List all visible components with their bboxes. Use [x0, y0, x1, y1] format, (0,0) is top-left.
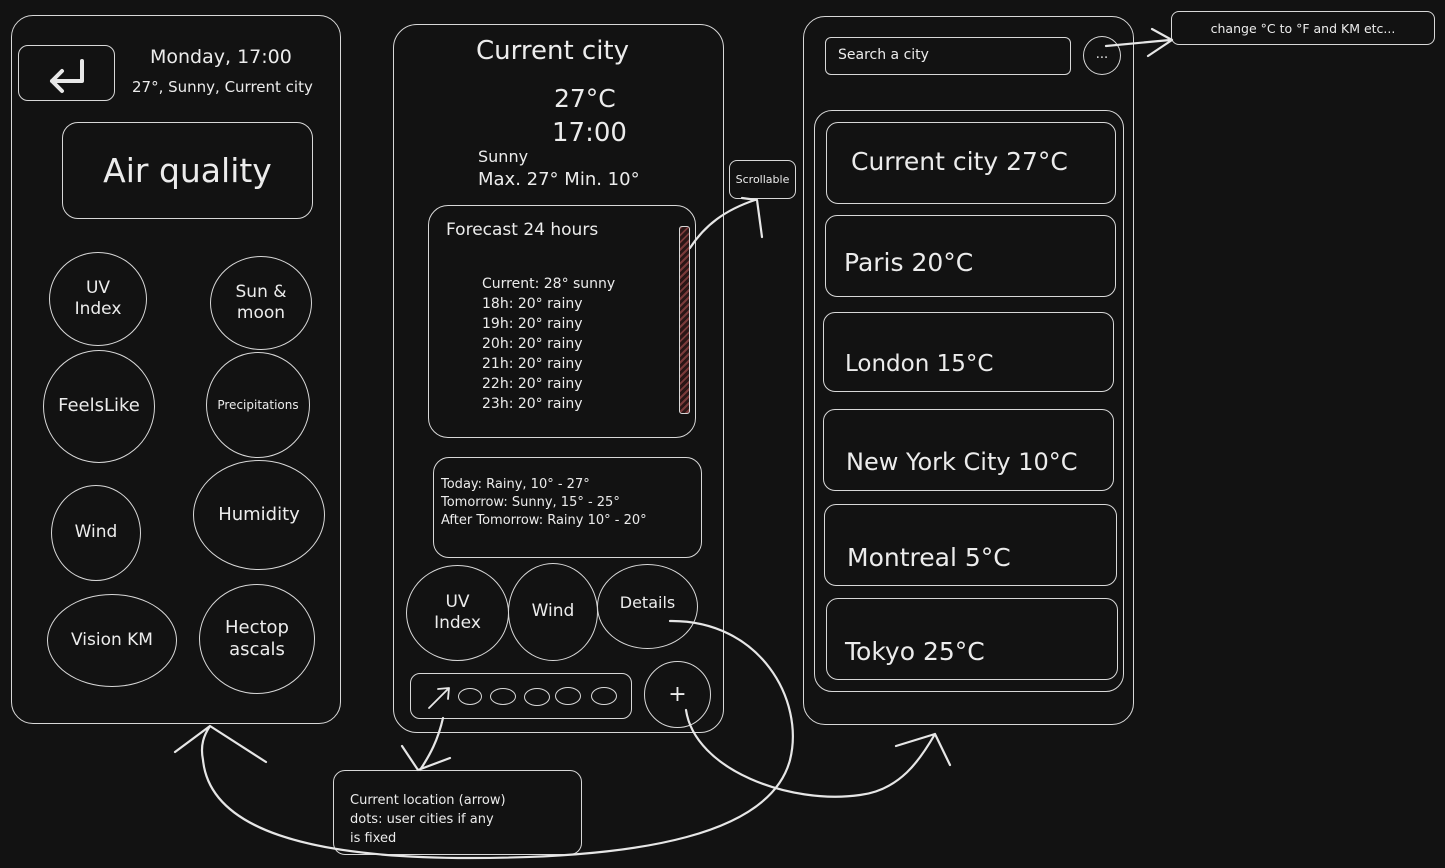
vision-label: Vision KM: [71, 629, 153, 650]
uv-index-button[interactable]: UV Index: [406, 565, 509, 661]
city-card[interactable]: London 15°C: [823, 312, 1114, 392]
scrollable-note-text: Scrollable: [735, 173, 790, 186]
city-search-input[interactable]: Search a city: [825, 37, 1071, 75]
location-note-line: Current location (arrow): [350, 793, 506, 808]
forecast-row: 19h: 20° rainy: [482, 316, 583, 332]
city-search-placeholder: Search a city: [838, 47, 929, 63]
feels-like-label: FeelsLike: [58, 395, 140, 417]
uv-index-tile[interactable]: UV Index: [49, 252, 147, 346]
city-card[interactable]: Current city 27°C: [826, 122, 1116, 204]
settings-menu-button[interactable]: ...: [1083, 36, 1121, 75]
location-note-line: dots: user cities if any: [350, 812, 494, 827]
precipitations-label: Precipitations: [217, 397, 299, 412]
hectopascals-tile[interactable]: Hectop ascals: [199, 584, 315, 694]
wind-tile[interactable]: Wind: [51, 485, 141, 581]
sun-moon-label: Sun & moon: [235, 281, 287, 323]
city-dot[interactable]: [555, 687, 581, 705]
daily-row: Tomorrow: Sunny, 15° - 25°: [441, 495, 620, 510]
city-dot[interactable]: [458, 688, 482, 705]
hectopascals-label-line1: Hectop: [224, 616, 289, 638]
city-dot[interactable]: [591, 687, 617, 705]
min-max-temperature: Max. 27° Min. 10°: [478, 169, 640, 190]
forecast-title: Forecast 24 hours: [446, 220, 599, 240]
daily-row: After Tomorrow: Rainy 10° - 20°: [441, 513, 647, 528]
vision-tile[interactable]: Vision KM: [47, 594, 177, 687]
add-icon: +: [668, 681, 687, 707]
wind-button[interactable]: Wind: [508, 563, 598, 661]
humidity-tile[interactable]: Humidity: [193, 460, 325, 570]
forecast-row: 20h: 20° rainy: [482, 336, 583, 352]
forecast-row: Current: 28° sunny: [482, 276, 616, 292]
more-icon: ...: [1095, 47, 1109, 63]
city-card[interactable]: Montreal 5°C: [824, 504, 1117, 586]
city-card[interactable]: Paris 20°C: [825, 215, 1116, 297]
date-time: Monday, 17:00: [150, 46, 292, 68]
wind-button-label: Wind: [531, 601, 575, 622]
sun-moon-tile[interactable]: Sun & moon: [210, 256, 312, 350]
add-city-button[interactable]: +: [644, 661, 711, 728]
location-note-line: is fixed: [350, 831, 397, 846]
uv-index-button-line2: Index: [434, 613, 481, 633]
weather-summary: 27°, Sunny, Current city: [132, 78, 313, 96]
units-note-text: change °C to °F and KM etc...: [1210, 20, 1396, 36]
city-card-label: Tokyo 25°C: [845, 637, 985, 666]
back-arrow-icon: [50, 59, 84, 93]
city-pager[interactable]: [410, 673, 632, 719]
location-note: Current location (arrow) dots: user citi…: [333, 770, 582, 855]
scrollable-note: Scrollable: [729, 160, 796, 199]
forecast-row: 22h: 20° rainy: [482, 376, 583, 392]
city-card-label: New York City 10°C: [846, 448, 1078, 476]
current-temperature: 27°C: [554, 84, 616, 113]
forecast-row: 21h: 20° rainy: [482, 356, 583, 372]
hourly-forecast-list: Current: 28° sunny 18h: 20° rainy 19h: 2…: [482, 274, 615, 414]
city-card-label: London 15°C: [845, 351, 994, 377]
hectopascals-label-line2: ascals: [229, 639, 285, 660]
current-condition: Sunny: [478, 147, 529, 166]
city-card[interactable]: New York City 10°C: [823, 409, 1114, 491]
details-button[interactable]: Details: [597, 564, 698, 649]
daily-row: Today: Rainy, 10° - 27°: [441, 477, 590, 492]
forecast-scrollbar[interactable]: [679, 226, 690, 414]
air-quality-card[interactable]: Air quality: [62, 122, 313, 219]
uv-index-button-line1: UV: [445, 591, 470, 612]
daily-forecast-list: Today: Rainy, 10° - 27° Tomorrow: Sunny,…: [441, 476, 647, 530]
details-button-label: Details: [619, 592, 676, 612]
units-note: change °C to °F and KM etc...: [1171, 11, 1435, 45]
forecast-row: 23h: 20° rainy: [482, 396, 583, 412]
city-card-label: Current city 27°C: [851, 147, 1068, 176]
city-card-label: Paris 20°C: [844, 248, 974, 277]
humidity-label: Humidity: [218, 503, 300, 525]
location-arrow-icon: [428, 687, 450, 709]
city-dot[interactable]: [490, 688, 516, 705]
wind-label: Wind: [74, 522, 118, 543]
current-time: 17:00: [552, 118, 627, 148]
feels-like-tile[interactable]: FeelsLike: [43, 350, 155, 463]
city-title: Current city: [476, 36, 630, 66]
city-dot[interactable]: [524, 688, 550, 706]
uv-index-label: UV Index: [74, 277, 122, 319]
city-card[interactable]: Tokyo 25°C: [826, 598, 1118, 680]
back-button[interactable]: [18, 45, 115, 101]
city-card-label: Montreal 5°C: [847, 543, 1011, 572]
precipitations-tile[interactable]: Precipitations: [206, 352, 310, 458]
forecast-row: 18h: 20° rainy: [482, 296, 583, 312]
air-quality-label: Air quality: [103, 151, 272, 190]
